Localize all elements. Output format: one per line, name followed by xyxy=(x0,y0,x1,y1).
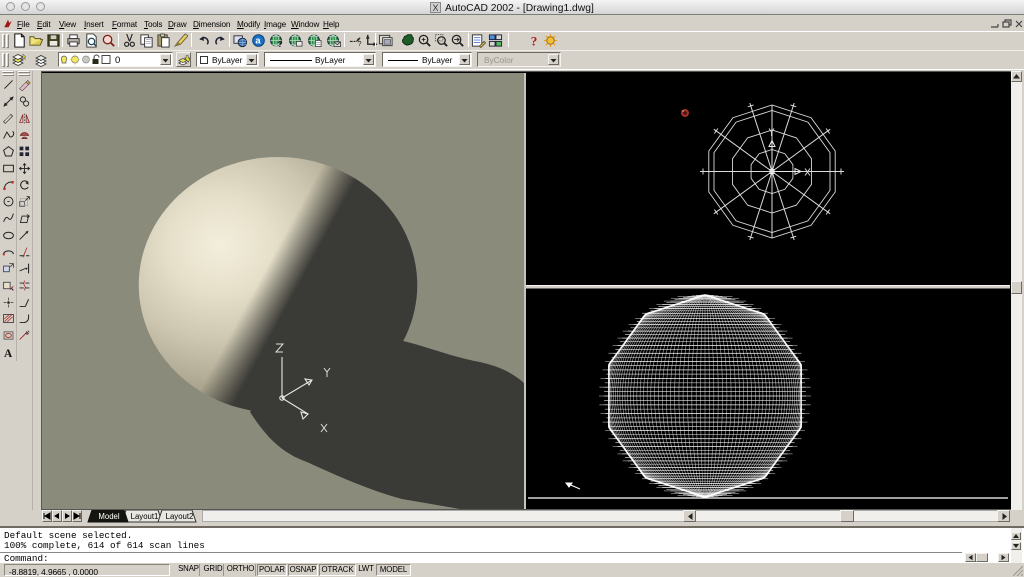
svg-text:?: ? xyxy=(531,34,538,48)
svg-text:?: ? xyxy=(277,39,282,48)
svg-text:A: A xyxy=(4,348,13,359)
svg-text:a: a xyxy=(255,36,261,46)
svg-text:0: 0 xyxy=(115,55,120,66)
svg-text:?: ? xyxy=(357,39,361,48)
